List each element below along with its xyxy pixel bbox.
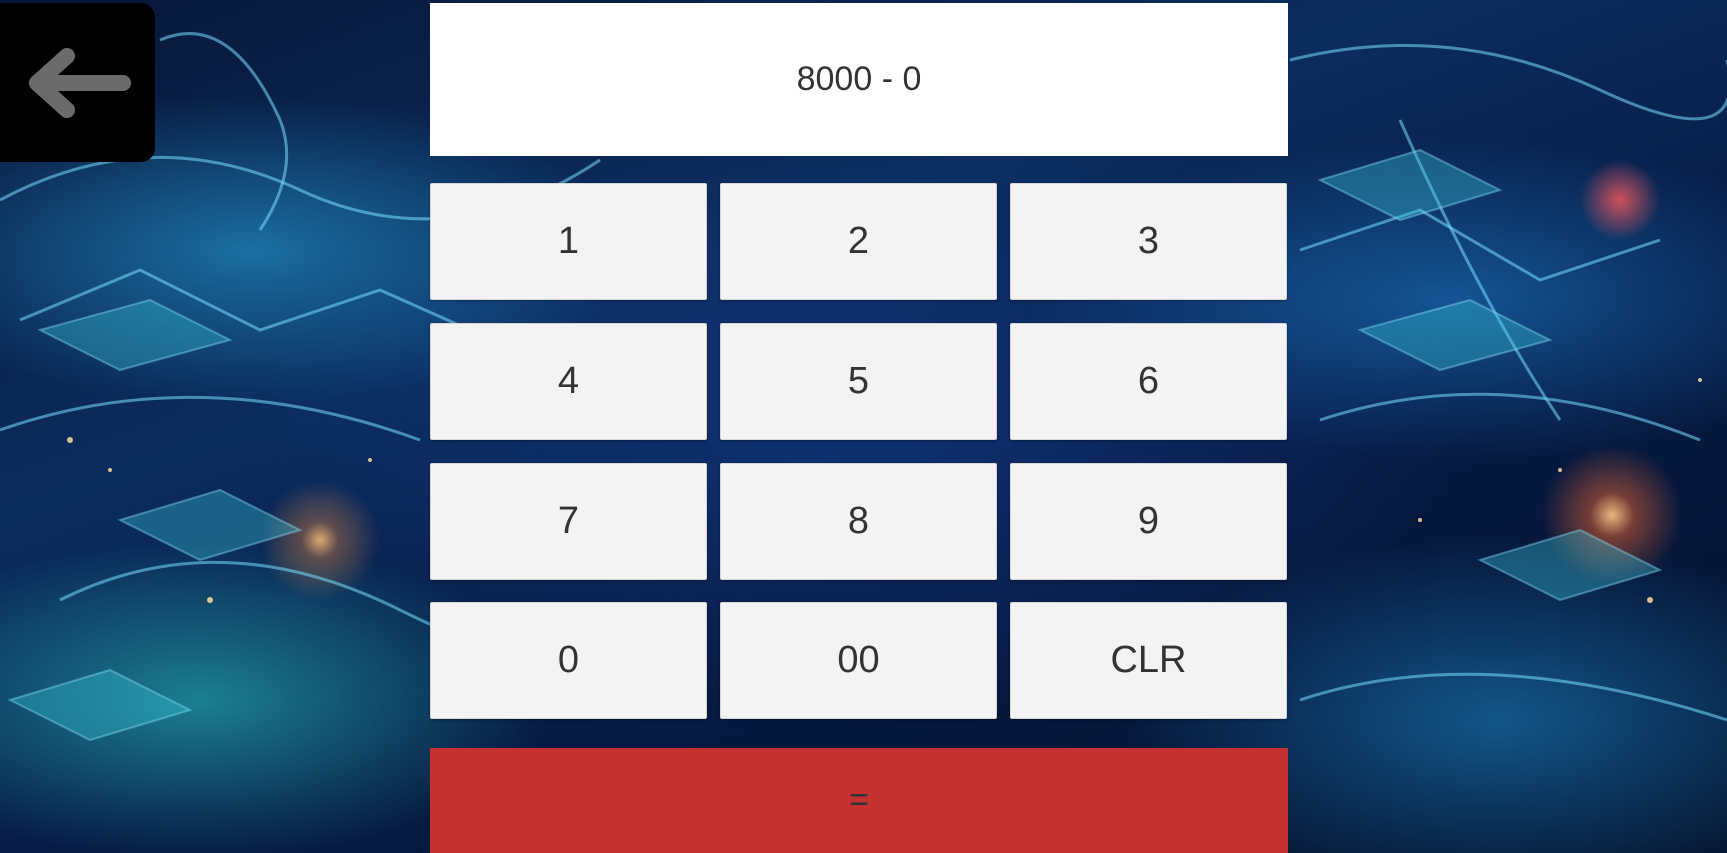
key-00[interactable]: 00 (720, 602, 997, 719)
key-9[interactable]: 9 (1010, 463, 1287, 580)
key-0[interactable]: 0 (430, 602, 707, 719)
key-4[interactable]: 4 (430, 323, 707, 440)
key-3[interactable]: 3 (1010, 183, 1287, 300)
key-7[interactable]: 7 (430, 463, 707, 580)
arrow-left-icon (28, 47, 131, 118)
clear-button[interactable]: CLR (1010, 602, 1287, 719)
key-5[interactable]: 5 (720, 323, 997, 440)
key-8[interactable]: 8 (720, 463, 997, 580)
key-1[interactable]: 1 (430, 183, 707, 300)
key-2[interactable]: 2 (720, 183, 997, 300)
calculator-display: 8000 - 0 (430, 3, 1288, 156)
equals-button[interactable]: = (430, 748, 1288, 853)
key-6[interactable]: 6 (1010, 323, 1287, 440)
display-expression: 8000 - 0 (796, 60, 922, 98)
equals-label: = (849, 781, 869, 819)
back-button[interactable] (0, 3, 155, 162)
